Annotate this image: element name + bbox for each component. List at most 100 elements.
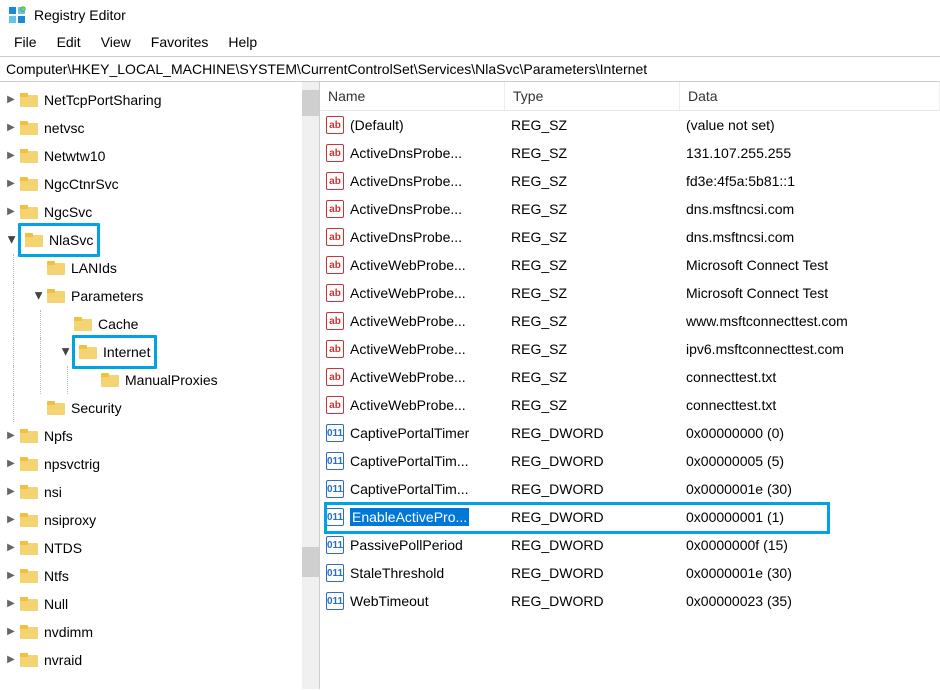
tree-scroll-thumb-2[interactable] (302, 547, 319, 577)
expander-icon[interactable]: ▶ (4, 590, 18, 618)
expander-icon[interactable]: ▶ (4, 562, 18, 590)
value-type: REG_DWORD (505, 509, 680, 525)
value-row[interactable]: abActiveWebProbe...REG_SZwww.msftconnect… (320, 307, 940, 335)
menu-edit[interactable]: Edit (49, 32, 89, 52)
value-row[interactable]: abActiveWebProbe...REG_SZconnecttest.txt (320, 363, 940, 391)
tree-item-label: LANIds (69, 254, 119, 282)
list-header: Name Type Data (320, 82, 940, 111)
value-type: REG_SZ (505, 229, 680, 245)
expander-icon[interactable]: ▶ (4, 114, 18, 142)
tree-item[interactable]: ▶NTDS (4, 534, 319, 562)
tree-item[interactable]: ▶Netwtw10 (4, 142, 319, 170)
expander-icon[interactable]: ▶ (4, 142, 18, 170)
folder-icon (47, 289, 65, 303)
menu-file[interactable]: File (6, 32, 45, 52)
folder-icon (20, 177, 38, 191)
value-row[interactable]: abActiveDnsProbe...REG_SZdns.msftncsi.co… (320, 195, 940, 223)
tree-item-label: netvsc (42, 114, 86, 142)
tree-item[interactable]: ▶nvraid (4, 646, 319, 674)
tree-item[interactable]: LANIds (4, 254, 319, 282)
expander-icon[interactable]: ▶ (4, 170, 18, 198)
value-row[interactable]: 011WebTimeoutREG_DWORD0x00000023 (35) (320, 587, 940, 615)
folder-icon (20, 541, 38, 555)
tree-item[interactable]: ▶ npsvctrig (4, 450, 319, 478)
menu-view[interactable]: View (93, 32, 139, 52)
expander-icon[interactable]: ▶ (4, 646, 18, 674)
value-row[interactable]: abActiveDnsProbe...REG_SZfd3e:4f5a:5b81:… (320, 167, 940, 195)
value-row[interactable]: abActiveDnsProbe...REG_SZ131.107.255.255 (320, 139, 940, 167)
regedit-icon (8, 6, 26, 24)
column-header-name[interactable]: Name (320, 82, 505, 110)
folder-icon (20, 457, 38, 471)
tree-item[interactable]: ▶NetTcpPortSharing (4, 86, 319, 114)
expander-icon[interactable]: ▶ (51, 345, 79, 359)
reg-sz-icon: ab (326, 228, 344, 246)
tree-item[interactable]: Cache (4, 310, 319, 338)
registry-tree[interactable]: ▶NetTcpPortSharing▶netvsc▶Netwtw10▶NgcCt… (0, 82, 319, 678)
expander-icon[interactable]: ▶ (4, 198, 18, 226)
value-data: 0x0000001e (30) (680, 481, 940, 497)
value-row[interactable]: 011EnableActivePro...REG_DWORD0x00000001… (320, 503, 940, 531)
tree-item[interactable]: ▶Internet (4, 338, 319, 366)
tree-item[interactable]: ▶ Ntfs (4, 562, 319, 590)
value-row[interactable]: 011CaptivePortalTim...REG_DWORD0x0000000… (320, 447, 940, 475)
address-bar[interactable]: Computer\HKEY_LOCAL_MACHINE\SYSTEM\Curre… (0, 57, 940, 82)
tree-item[interactable]: ▶nvdimm (4, 618, 319, 646)
tree-item[interactable]: ▶NlaSvc (4, 226, 319, 254)
tree-item[interactable]: ▶Npfs (4, 422, 319, 450)
value-row[interactable]: abActiveDnsProbe...REG_SZdns.msftncsi.co… (320, 223, 940, 251)
value-row[interactable]: 011CaptivePortalTimerREG_DWORD0x00000000… (320, 419, 940, 447)
value-data: connecttest.txt (680, 397, 940, 413)
tree-item[interactable]: ▶ NgcCtnrSvc (4, 170, 319, 198)
column-header-data[interactable]: Data (680, 82, 940, 110)
tree-scroll-thumb[interactable] (302, 90, 319, 116)
value-row[interactable]: 011StaleThresholdREG_DWORD0x0000001e (30… (320, 559, 940, 587)
reg-sz-icon: ab (326, 284, 344, 302)
value-name: ActiveWebProbe... (350, 397, 466, 413)
value-row[interactable]: abActiveWebProbe...REG_SZconnecttest.txt (320, 391, 940, 419)
expander-icon[interactable]: ▶ (0, 233, 25, 247)
folder-icon (20, 597, 38, 611)
menu-help[interactable]: Help (220, 32, 265, 52)
tree-item-label: ManualProxies (123, 366, 220, 394)
expander-icon[interactable]: ▶ (4, 478, 18, 506)
value-name: ActiveDnsProbe... (350, 229, 462, 245)
value-name: ActiveDnsProbe... (350, 145, 462, 161)
value-type: REG_SZ (505, 369, 680, 385)
folder-icon (20, 485, 38, 499)
value-row[interactable]: abActiveWebProbe...REG_SZMicrosoft Conne… (320, 251, 940, 279)
tree-item[interactable]: ▶nsiproxy (4, 506, 319, 534)
tree-scrollbar[interactable] (302, 82, 319, 689)
menu-favorites[interactable]: Favorites (143, 32, 217, 52)
expander-icon[interactable]: ▶ (4, 618, 18, 646)
tree-item[interactable]: ManualProxies (4, 366, 319, 394)
value-row[interactable]: abActiveWebProbe...REG_SZipv6.msftconnec… (320, 335, 940, 363)
tree-item-label: npsvctrig (42, 450, 102, 478)
tree-item-label: Ntfs (42, 562, 71, 590)
value-row[interactable]: 011PassivePollPeriodREG_DWORD0x0000000f … (320, 531, 940, 559)
value-row[interactable]: ab(Default)REG_SZ(value not set) (320, 111, 940, 139)
expander-icon[interactable]: ▶ (4, 506, 18, 534)
tree-item[interactable]: ▶Parameters (4, 282, 319, 310)
expander-icon[interactable]: ▶ (4, 534, 18, 562)
tree-pane: ▶NetTcpPortSharing▶netvsc▶Netwtw10▶NgcCt… (0, 82, 320, 689)
value-type: REG_DWORD (505, 453, 680, 469)
tree-item[interactable]: ▶ netvsc (4, 114, 319, 142)
reg-dword-icon: 011 (326, 564, 344, 582)
tree-item[interactable]: ▶nsi (4, 478, 319, 506)
tree-item[interactable]: ▶Null (4, 590, 319, 618)
folder-icon (101, 373, 119, 387)
value-row[interactable]: abActiveWebProbe...REG_SZMicrosoft Conne… (320, 279, 940, 307)
tree-item[interactable]: Security (4, 394, 319, 422)
expander-icon[interactable]: ▶ (4, 86, 18, 114)
tree-item-label: NgcCtnrSvc (42, 170, 121, 198)
expander-icon[interactable]: ▶ (4, 422, 18, 450)
expander-icon[interactable]: ▶ (4, 450, 18, 478)
column-header-type[interactable]: Type (505, 82, 680, 110)
folder-icon (20, 429, 38, 443)
value-data: 0x00000005 (5) (680, 453, 940, 469)
tree-item[interactable]: ▶NgcSvc (4, 198, 319, 226)
values-list[interactable]: ab(Default)REG_SZ(value not set)abActive… (320, 111, 940, 615)
reg-sz-icon: ab (326, 396, 344, 414)
value-row[interactable]: 011CaptivePortalTim...REG_DWORD0x0000001… (320, 475, 940, 503)
